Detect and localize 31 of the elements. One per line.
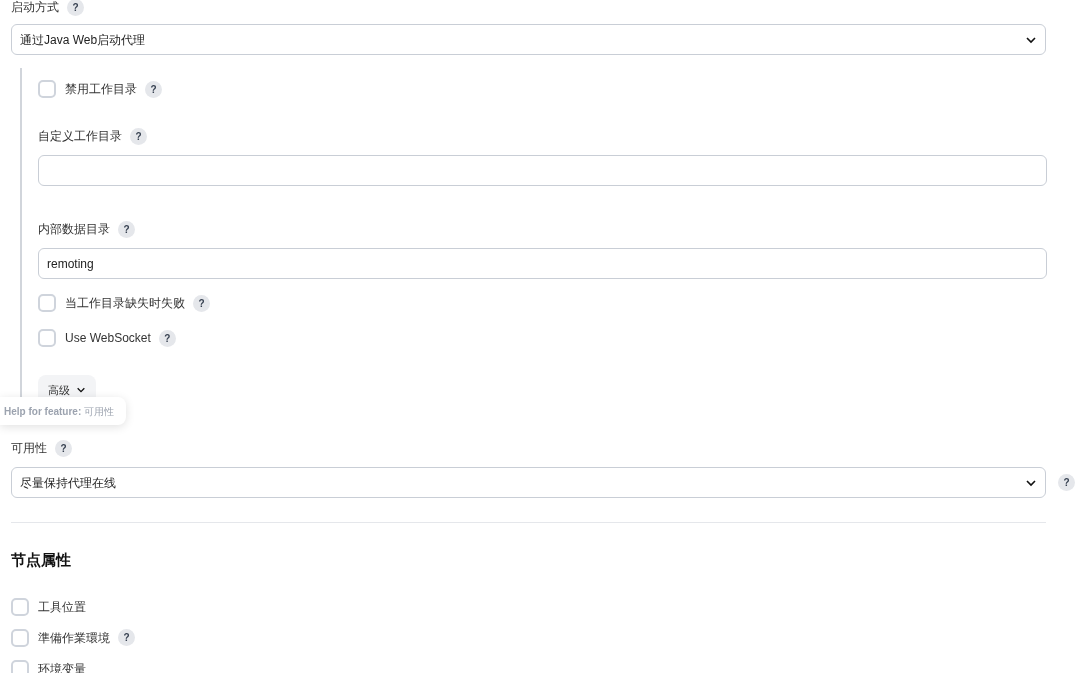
help-button[interactable]: ?	[158, 329, 176, 347]
checkbox[interactable]	[38, 294, 56, 312]
dropdown[interactable]: 尽量保持代理在线	[11, 467, 1046, 498]
section-heading: 节点属性	[11, 550, 72, 570]
help-button[interactable]: ?	[67, 0, 84, 16]
checkbox[interactable]	[38, 329, 56, 347]
checkbox[interactable]	[11, 628, 29, 647]
text-field[interactable]: remoting	[38, 248, 1047, 279]
field-label: 启动方式	[11, 0, 59, 16]
checkbox-label[interactable]: 準備作業環境	[38, 628, 110, 647]
chevron-down-icon	[76, 385, 86, 395]
help-button[interactable]: ?	[145, 80, 162, 98]
dropdown[interactable]: 通过Java Web启动代理	[11, 24, 1046, 55]
checkbox-label[interactable]: Use WebSocket	[65, 329, 151, 347]
field-label: 可用性	[11, 440, 47, 457]
tooltip: Help for feature: 可用性	[0, 397, 126, 425]
help-button[interactable]: ?	[118, 220, 135, 238]
checkbox[interactable]	[11, 659, 29, 673]
help-button[interactable]: ?	[55, 439, 72, 457]
field-label: 自定义工作目录	[38, 128, 122, 145]
field-label: 内部数据目录	[38, 221, 110, 238]
help-button[interactable]: ?	[118, 629, 135, 646]
help-button[interactable]: ?	[193, 294, 210, 312]
checkbox-label[interactable]: 当工作目录缺失时失败	[65, 294, 185, 312]
checkbox-label[interactable]: 工具位置	[38, 597, 86, 616]
checkbox[interactable]	[38, 80, 56, 98]
checkbox[interactable]	[11, 597, 29, 616]
help-button[interactable]: ?	[1058, 474, 1075, 491]
checkbox-label[interactable]: 禁用工作目录	[65, 80, 137, 98]
text-field[interactable]	[38, 155, 1047, 186]
help-button[interactable]: ?	[130, 127, 147, 145]
